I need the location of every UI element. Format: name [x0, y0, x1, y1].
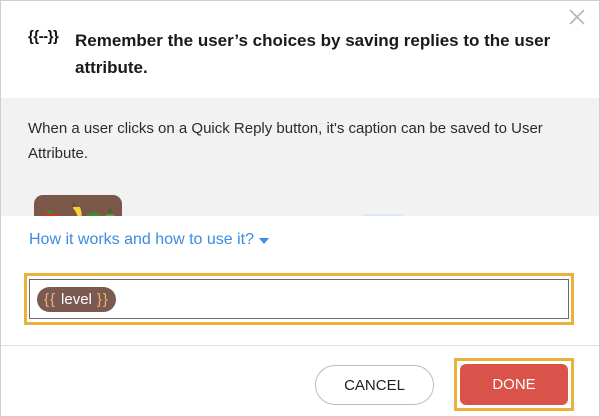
chevron-down-icon	[259, 238, 269, 244]
chip-label: level	[61, 291, 92, 308]
how-it-works-label: How it works and how to use it?	[29, 231, 254, 248]
dialog-header: {{--}} Remember the user’s choices by sa…	[0, 0, 600, 98]
done-button[interactable]: DONE	[460, 364, 568, 405]
fruit-emoji-preview	[34, 195, 122, 216]
user-attribute-icon: {{--}}	[28, 28, 59, 45]
close-icon[interactable]	[566, 6, 588, 28]
description-text: When a user clicks on a Quick Reply butt…	[28, 120, 543, 162]
description-panel: When a user clicks on a Quick Reply butt…	[0, 98, 600, 216]
footer-divider	[0, 345, 600, 346]
quick-reply-attribute-dialog: {{--}} Remember the user’s choices by sa…	[0, 0, 600, 417]
dialog-title: Remember the user’s choices by saving re…	[75, 31, 551, 77]
how-it-works-link[interactable]: How it works and how to use it?	[29, 231, 269, 249]
chip-close-brace: }}	[96, 291, 109, 308]
chip-open-brace: {{	[44, 291, 57, 308]
attribute-chip-level[interactable]: {{ level }}	[37, 287, 116, 312]
cancel-button[interactable]: CANCEL	[315, 365, 434, 405]
